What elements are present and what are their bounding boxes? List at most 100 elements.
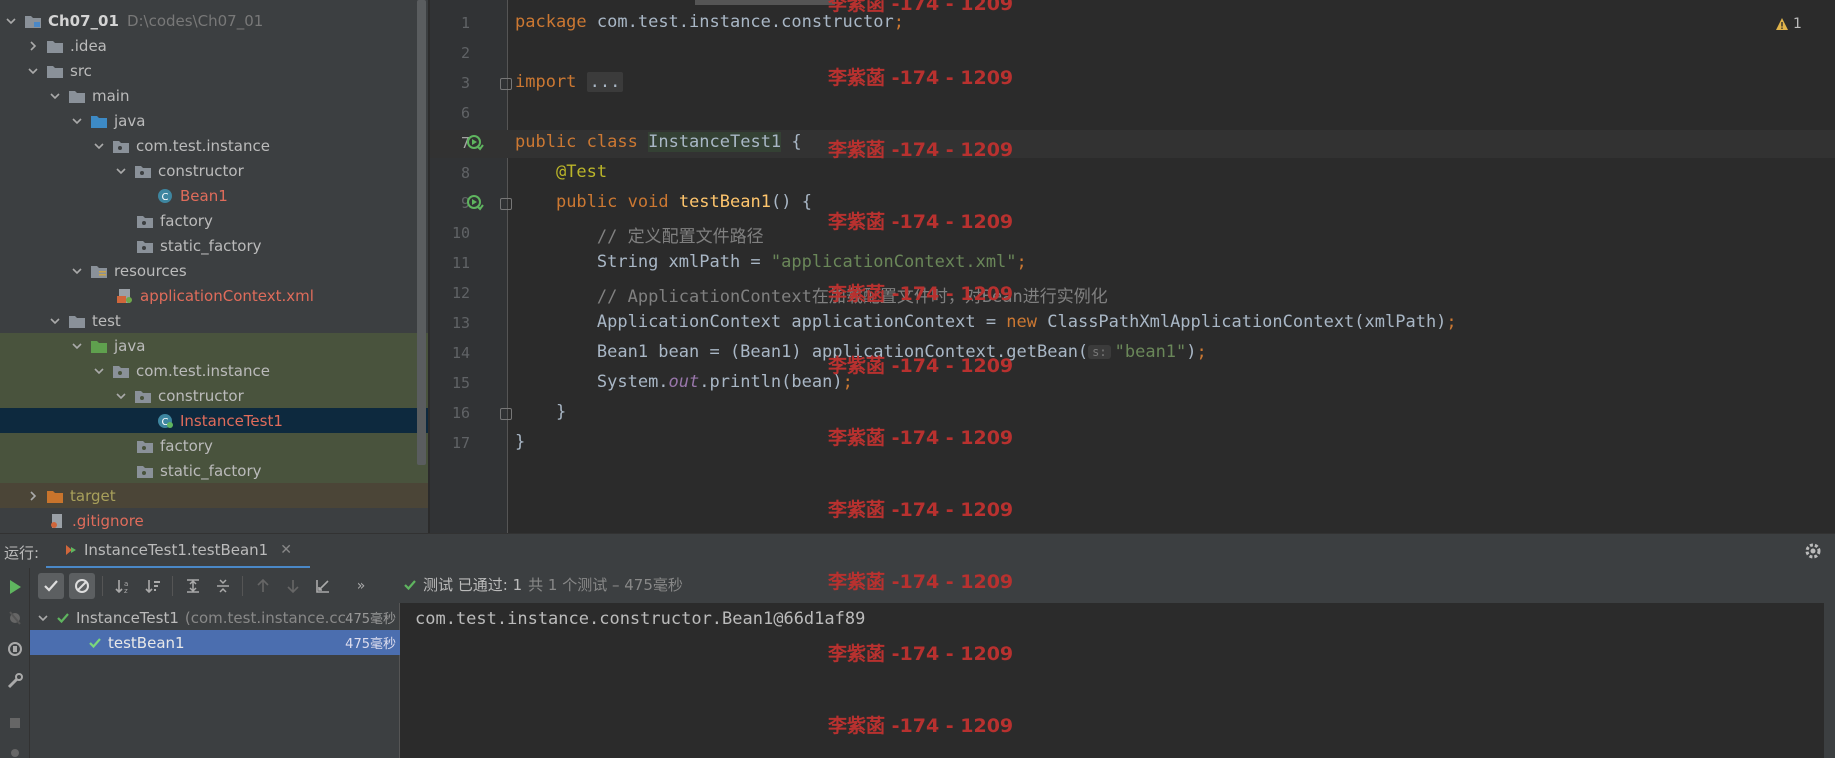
rerun-icon[interactable]: [6, 578, 24, 596]
folded-imports[interactable]: ...: [586, 72, 624, 92]
console-line: com.test.instance.constructor.Bean1@66d1…: [415, 609, 866, 629]
tree-item-package[interactable]: static_factory: [0, 233, 428, 258]
chevron-down-icon[interactable]: [70, 339, 84, 353]
watermark-text: 李紫菡 -174 - 1209: [828, 139, 1014, 161]
chevron-down-icon[interactable]: [4, 14, 18, 28]
chevron-down-icon[interactable]: [92, 364, 106, 378]
console-output[interactable]: com.test.instance.constructor.Bean1@66d1…: [400, 603, 1824, 758]
chevron-down-icon[interactable]: [70, 114, 84, 128]
check-icon: [89, 637, 101, 648]
chevron-down-icon[interactable]: [36, 611, 50, 625]
chevron-down-icon[interactable]: [92, 139, 106, 153]
import-icon: [316, 580, 329, 593]
fold-end-icon[interactable]: [500, 408, 512, 420]
sort-duration-button[interactable]: [140, 573, 166, 599]
chevron-down-icon[interactable]: [114, 164, 128, 178]
chevron-down-icon[interactable]: [114, 389, 128, 403]
watermark-text: 李紫菡 -174 - 1209: [828, 0, 1014, 15]
test-duration: 475毫秒: [345, 637, 396, 652]
tree-item-project-root[interactable]: Ch07_01 D:\codes\Ch07_01: [0, 8, 428, 33]
code-token: }: [555, 402, 567, 422]
editor-horizontal-scrollbar[interactable]: [695, 0, 835, 5]
tree-item-main-java[interactable]: java: [0, 108, 428, 133]
chevron-down-icon[interactable]: [48, 314, 62, 328]
collapse-all-icon: [217, 579, 229, 593]
tree-item-package[interactable]: factory: [0, 208, 428, 233]
chevron-right-icon[interactable]: [26, 39, 40, 53]
tree-item-test-class[interactable]: C InstanceTest1: [0, 408, 428, 433]
project-path: D:\codes\Ch07_01: [126, 11, 264, 30]
run-test-gutter-icon[interactable]: [466, 134, 484, 152]
wrench-icon[interactable]: [6, 672, 24, 690]
run-label: 运行:: [4, 544, 40, 562]
more-actions-button[interactable]: »: [348, 573, 374, 599]
tree-item-label: factory: [160, 436, 213, 455]
test-source-folder-icon: [90, 338, 108, 354]
tree-item-package[interactable]: com.test.instance: [0, 133, 428, 158]
chevron-down-icon[interactable]: [26, 64, 40, 78]
run-tab[interactable]: InstanceTest1.testBean1 ✕: [46, 534, 310, 569]
previous-failed-button[interactable]: [250, 573, 276, 599]
code-line: ApplicationContext applicationContext = …: [515, 312, 1457, 332]
toolbar-separator: [242, 576, 243, 596]
code-line: // 定义配置文件路径: [515, 222, 764, 247]
chevron-down-icon[interactable]: [70, 264, 84, 278]
collapse-all-button[interactable]: [210, 573, 236, 599]
fold-expand-icon[interactable]: [500, 78, 512, 90]
debug-icon[interactable]: [6, 608, 24, 626]
test-suite-row[interactable]: InstanceTest1 (com.test.instance.cc 475毫…: [30, 605, 400, 630]
code-token: InstanceTest1: [648, 132, 782, 152]
sort-alpha-button[interactable]: az: [110, 573, 136, 599]
tree-item-package[interactable]: constructor: [0, 158, 428, 183]
svg-text:z: z: [124, 587, 128, 595]
tree-item-package[interactable]: com.test.instance: [0, 358, 428, 383]
watermark-text: 李紫菡 -174 - 1209: [828, 355, 1014, 377]
gear-icon[interactable]: [1803, 541, 1823, 561]
tree-item-gitignore[interactable]: .gitignore: [0, 508, 428, 533]
next-failed-button[interactable]: [280, 573, 306, 599]
settings-small-icon[interactable]: [6, 744, 24, 758]
code-line: }: [515, 432, 525, 452]
test-runner-toolbar: az »: [30, 568, 400, 603]
tree-item-package[interactable]: constructor: [0, 383, 428, 408]
stop-icon[interactable]: [6, 714, 24, 732]
code-line: import ...: [515, 72, 624, 92]
tree-scrollbar[interactable]: [417, 0, 426, 465]
tree-item-class-file[interactable]: C Bean1: [0, 183, 428, 208]
arrow-down-icon: [287, 580, 299, 594]
xml-file-icon: [116, 288, 134, 304]
tree-item-idea[interactable]: .idea: [0, 33, 428, 58]
tree-item-src[interactable]: src: [0, 58, 428, 83]
show-ignored-button[interactable]: [69, 573, 95, 599]
resources-folder-icon: [90, 263, 108, 279]
status-detail: 共 1 个测试 – 475毫秒: [528, 576, 683, 594]
inspection-widget[interactable]: 1: [1775, 16, 1802, 32]
test-case-row[interactable]: testBean1 475毫秒: [30, 630, 400, 655]
close-icon[interactable]: ✕: [280, 542, 292, 558]
watermark-text: 李紫菡 -174 - 1209: [828, 211, 1014, 233]
tree-item-target[interactable]: target: [0, 483, 428, 508]
tree-item-xml-file[interactable]: applicationContext.xml: [0, 283, 428, 308]
chevron-right-icon[interactable]: [26, 489, 40, 503]
line-number: 14: [451, 344, 470, 362]
code-token: public: [555, 192, 618, 212]
sort-alpha-icon: az: [115, 580, 128, 595]
tree-item-package[interactable]: factory: [0, 433, 428, 458]
tree-item-resources[interactable]: resources: [0, 258, 428, 283]
chevron-down-icon[interactable]: [48, 89, 62, 103]
line-number: 15: [451, 374, 470, 392]
console-scrollbar[interactable]: [1824, 603, 1835, 758]
tree-item-test-java[interactable]: java: [0, 333, 428, 358]
run-test-gutter-icon[interactable]: [466, 194, 484, 212]
show-passed-button[interactable]: [38, 573, 64, 599]
rerun-failed-icon[interactable]: [6, 640, 24, 658]
import-tests-button[interactable]: [310, 573, 336, 599]
code-line: }: [515, 402, 566, 422]
test-duration: 475毫秒: [345, 612, 396, 627]
expand-all-button[interactable]: [180, 573, 206, 599]
run-tab-label: InstanceTest1.testBean1: [84, 541, 269, 559]
tree-item-package[interactable]: static_factory: [0, 458, 428, 483]
tree-item-test[interactable]: test: [0, 308, 428, 333]
fold-collapse-icon[interactable]: [500, 198, 512, 210]
tree-item-main[interactable]: main: [0, 83, 428, 108]
